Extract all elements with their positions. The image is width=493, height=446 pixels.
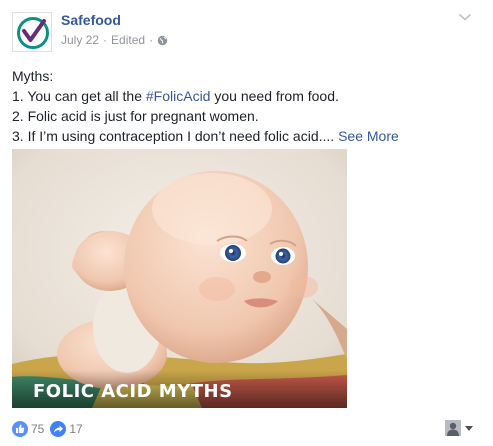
- post-text: Myths: 1. You can get all the #FolicAcid…: [12, 66, 482, 146]
- reaction-summary[interactable]: 75 17: [12, 421, 89, 437]
- caret-down-icon[interactable]: [465, 426, 473, 432]
- globe-icon[interactable]: [157, 35, 168, 46]
- post-text-intro: Myths:: [12, 68, 54, 84]
- line3-text: 3. If I’m using contraception I don’t ne…: [12, 128, 335, 144]
- post-text-line-3: 3. If I’m using contraception I don’t ne…: [12, 126, 482, 146]
- hashtag-link[interactable]: #FolicAcid: [146, 88, 211, 104]
- post-text-line-2: 2. Folic acid is just for pregnant women…: [12, 108, 259, 124]
- see-more-link[interactable]: See More: [338, 128, 399, 144]
- post-meta: July 22 · Edited ·: [61, 33, 168, 47]
- like-reaction-icon: [12, 421, 28, 437]
- page-name-link[interactable]: Safefood: [61, 12, 121, 28]
- line1-before: 1. You can get all the: [12, 88, 146, 104]
- safefood-logo-icon: [17, 17, 49, 49]
- shares-count: 17: [69, 422, 83, 436]
- likes-count: 75: [31, 422, 45, 436]
- share-reaction-icon: [50, 421, 67, 437]
- page-avatar[interactable]: [12, 12, 52, 52]
- viewer-avatar[interactable]: [445, 420, 461, 436]
- meta-separator: ·: [103, 33, 108, 47]
- meta-separator: ·: [149, 33, 154, 47]
- line1-after: you need from food.: [210, 88, 339, 104]
- edited-link[interactable]: Edited: [111, 33, 145, 47]
- photo-caption: FOLIC ACID MYTHS: [33, 381, 233, 402]
- post-photo[interactable]: FOLIC ACID MYTHS: [12, 149, 347, 408]
- chevron-down-icon[interactable]: [458, 12, 472, 22]
- post-text-line-1: 1. You can get all the #FolicAcid you ne…: [12, 86, 482, 106]
- post-date-link[interactable]: July 22: [61, 33, 99, 47]
